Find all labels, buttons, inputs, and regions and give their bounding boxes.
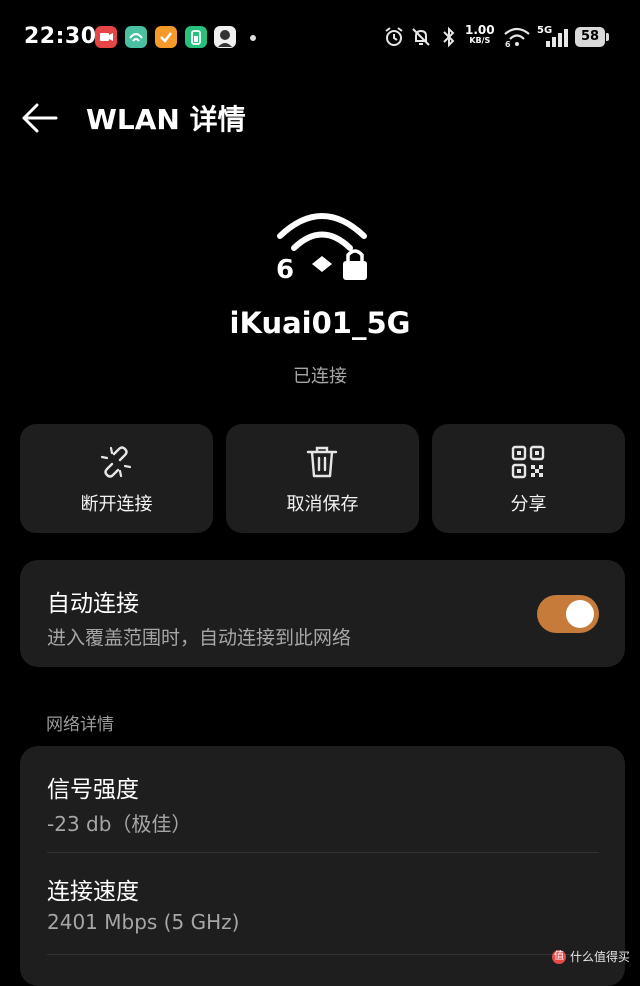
network-details-card: 信号强度 -23 db（极佳） 连接速度 2401 Mbps (5 GHz) — [20, 746, 625, 986]
divider — [47, 852, 599, 853]
forget-label: 取消保存 — [286, 494, 359, 515]
auto-connect-description: 进入覆盖范围时，自动连接到此网络 — [47, 627, 352, 649]
speed-unit: KB/S — [469, 36, 491, 45]
network-ssid: iKuai01_5G — [229, 306, 411, 340]
share-button[interactable]: 分享 — [432, 424, 625, 533]
divider — [47, 954, 599, 955]
disconnect-button[interactable]: 断开连接 — [20, 424, 213, 533]
connection-status: 已连接 — [293, 366, 347, 387]
network-speed: 1.00 KB/S — [465, 24, 495, 46]
alarm-icon — [385, 27, 403, 46]
page-title: WLAN 详情 — [86, 103, 246, 136]
wifi6-locked-icon: 6 — [276, 213, 367, 282]
wifi6-status-icon: 6 — [504, 27, 530, 48]
toggle-knob — [566, 600, 594, 628]
signal-bars-icon — [546, 29, 568, 47]
auto-connect-title: 自动连接 — [47, 591, 139, 617]
status-bar: 22:30 1.00 KB/S 6 5G 58 — [0, 0, 640, 76]
battery-app-icon — [185, 26, 207, 48]
disconnect-label: 断开连接 — [80, 494, 153, 515]
bluetooth-icon — [443, 26, 455, 48]
scan-app-icon — [125, 26, 147, 48]
tasks-app-icon — [155, 26, 177, 48]
status-time: 22:30 — [24, 24, 97, 49]
qr-code-icon — [511, 445, 545, 479]
back-arrow-icon[interactable] — [20, 100, 60, 136]
watermark-text: 什么值得买 — [569, 950, 630, 964]
section-label-network-details: 网络详情 — [46, 715, 114, 735]
auto-connect-card: 自动连接 进入覆盖范围时，自动连接到此网络 — [20, 560, 625, 667]
auto-connect-toggle[interactable] — [537, 595, 599, 633]
video-app-icon — [95, 26, 117, 48]
mute-bell-icon — [412, 28, 430, 46]
notification-dot — [250, 35, 256, 41]
disconnect-link-icon — [100, 446, 132, 478]
signal-strength-value: -23 db（极佳） — [47, 812, 192, 836]
forget-network-button[interactable]: 取消保存 — [226, 424, 419, 533]
avatar-app-icon — [214, 26, 236, 48]
signal-strength-title: 信号强度 — [47, 777, 139, 803]
trash-icon — [306, 446, 338, 478]
svg-text:6: 6 — [505, 40, 511, 48]
speed-value: 1.00 — [465, 23, 495, 37]
watermark: 值 什么值得买 — [551, 948, 630, 965]
link-speed-value: 2401 Mbps (5 GHz) — [47, 910, 240, 934]
watermark-badge: 值 — [551, 949, 566, 964]
wifi-generation: 6 — [276, 255, 294, 282]
share-label: 分享 — [510, 494, 547, 515]
link-speed-title: 连接速度 — [47, 879, 139, 905]
battery-indicator: 58 — [575, 27, 609, 47]
